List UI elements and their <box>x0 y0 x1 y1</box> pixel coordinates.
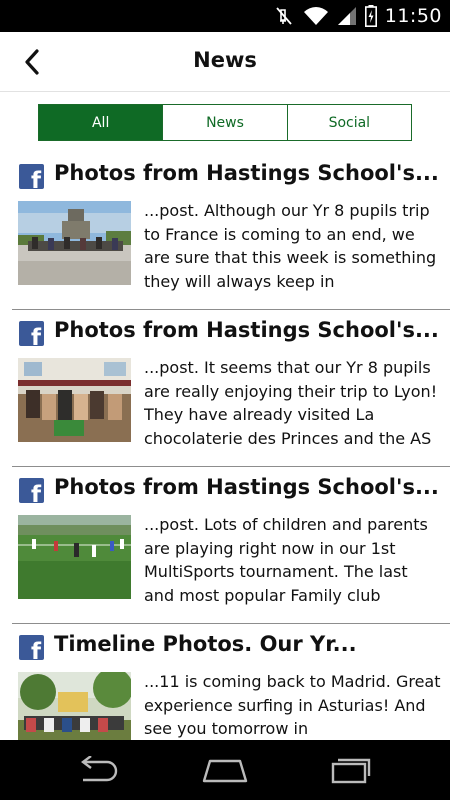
status-bar: 11:50 <box>0 0 450 32</box>
feed-item[interactable]: f Photos from Hastings School's... ...po… <box>12 467 450 624</box>
feed-item-title: Timeline Photos. Our Yr... <box>54 632 357 656</box>
feed-item-text: ...post. Although our Yr 8 pupils trip t… <box>144 201 437 291</box>
feed-item-text: ...post. It seems that our Yr 8 pupils a… <box>144 358 438 448</box>
feed-item-title: Photos from Hastings School's... <box>54 475 439 499</box>
app-header: News <box>0 32 450 92</box>
feed-item-title: Photos from Hastings School's... <box>54 318 439 342</box>
filter-tabs: All News Social <box>38 104 412 141</box>
recents-nav-icon <box>331 758 371 784</box>
nav-back-button[interactable] <box>75 754 125 786</box>
facebook-icon: f <box>19 635 44 660</box>
facebook-icon: f <box>19 164 44 189</box>
home-nav-icon <box>202 759 248 783</box>
tab-all[interactable]: All <box>39 105 163 140</box>
feed-item-title: Photos from Hastings School's... <box>54 161 439 185</box>
nav-home-button[interactable] <box>200 754 250 786</box>
nav-recents-button[interactable] <box>325 754 375 786</box>
facebook-icon: f <box>19 321 44 346</box>
feed-item[interactable]: f Timeline Photos. Our Yr... ...11 is co… <box>12 624 450 740</box>
signal-icon <box>337 7 356 25</box>
mute-icon <box>276 7 292 25</box>
back-nav-icon <box>81 756 118 782</box>
feed-item-thumbnail <box>18 201 131 285</box>
status-time: 11:50 <box>384 5 442 27</box>
system-nav-bar <box>0 740 450 800</box>
feed-item[interactable]: f Photos from Hastings School's... ...po… <box>12 310 450 467</box>
wifi-icon <box>303 7 328 25</box>
status-icons: 11:50 <box>275 0 442 32</box>
tab-social[interactable]: Social <box>286 105 411 140</box>
feed-item-text: ...post. Lots of children and parents ar… <box>144 515 428 605</box>
feed-item-text: ...11 is coming back to Madrid. Great ex… <box>144 672 441 738</box>
feed-item[interactable]: f Photos from Hastings School's... ...po… <box>12 153 450 310</box>
battery-icon <box>364 5 377 27</box>
facebook-icon: f <box>19 478 44 503</box>
feed-item-thumbnail <box>18 515 131 599</box>
page-title: News <box>193 48 257 72</box>
news-feed: f Photos from Hastings School's... ...po… <box>0 153 450 740</box>
feed-item-thumbnail <box>18 358 131 442</box>
feed-item-thumbnail <box>18 672 131 740</box>
tab-news[interactable]: News <box>162 105 287 140</box>
